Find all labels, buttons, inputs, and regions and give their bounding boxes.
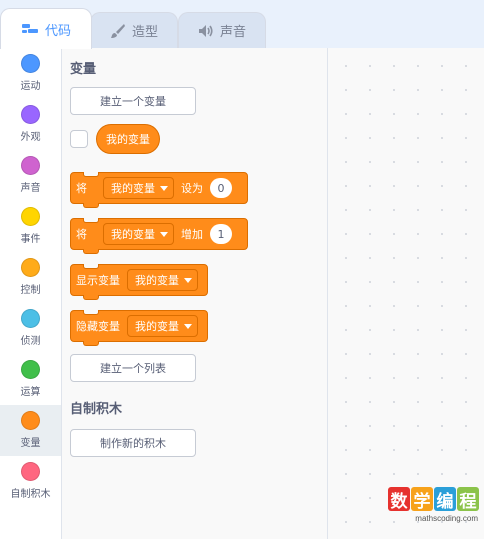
tab-code[interactable]: 代码 xyxy=(0,8,92,49)
variable-dropdown[interactable]: 我的变量 xyxy=(127,269,198,291)
brush-icon xyxy=(110,23,126,39)
block-label: 显示变量 xyxy=(76,274,120,287)
variable-dropdown[interactable]: 我的变量 xyxy=(127,315,198,337)
events-color-dot xyxy=(21,207,40,226)
sensing-color-dot xyxy=(21,309,40,328)
code-icon xyxy=(21,22,39,36)
variable-dropdown[interactable]: 我的变量 xyxy=(103,223,174,245)
category-menu: 运动 外观 声音 事件 控制 侦测 运算 变量 自制积木 xyxy=(0,48,62,539)
my-blocks-section-title: 自制积木 xyxy=(70,402,123,417)
watermark-url: mathscoding.com xyxy=(415,514,478,523)
variable-monitor-checkbox[interactable] xyxy=(70,130,88,148)
category-looks[interactable]: 外观 xyxy=(0,99,61,150)
tab-costumes-label: 造型 xyxy=(131,25,158,40)
category-operators[interactable]: 运算 xyxy=(0,354,61,405)
block-label: 将 xyxy=(76,182,87,195)
category-motion[interactable]: 运动 xyxy=(0,48,61,99)
category-label: 事件 xyxy=(20,234,41,245)
looks-color-dot xyxy=(21,105,40,124)
category-label: 外观 xyxy=(20,132,41,143)
category-label: 运算 xyxy=(20,387,41,398)
category-label: 运动 xyxy=(20,81,41,92)
make-variable-button[interactable]: 建立一个变量 xyxy=(70,87,196,115)
operators-color-dot xyxy=(21,360,40,379)
category-control[interactable]: 控制 xyxy=(0,252,61,303)
speaker-icon xyxy=(198,24,214,38)
tab-sounds-label: 声音 xyxy=(219,25,246,40)
value-input[interactable]: 1 xyxy=(210,224,232,244)
watermark-char: 学 xyxy=(411,487,433,512)
sound-color-dot xyxy=(21,156,40,175)
change-variable-block[interactable]: 将 我的变量 增加 1 xyxy=(70,218,248,254)
watermark-char: 程 xyxy=(457,487,479,512)
variable-reporter-block[interactable]: 我的变量 xyxy=(96,124,160,154)
editor-tab-bar: 代码 造型 声音 xyxy=(0,0,484,49)
watermark-char: 数 xyxy=(388,487,410,512)
variable-dropdown[interactable]: 我的变量 xyxy=(103,177,174,199)
category-label: 自制积木 xyxy=(10,489,51,500)
chevron-down-icon xyxy=(160,185,168,191)
tab-sounds[interactable]: 声音 xyxy=(178,12,266,48)
variables-section-title: 变量 xyxy=(70,62,97,77)
category-events[interactable]: 事件 xyxy=(0,201,61,252)
tab-code-label: 代码 xyxy=(44,23,71,39)
chevron-down-icon xyxy=(184,323,192,329)
my-blocks-color-dot xyxy=(21,462,40,481)
variables-color-dot xyxy=(21,411,40,430)
scripts-workspace[interactable] xyxy=(328,48,484,539)
show-variable-block[interactable]: 显示变量 我的变量 xyxy=(70,264,208,300)
watermark-char: 编 xyxy=(434,487,456,512)
block-label: 增加 xyxy=(181,228,203,241)
value-input[interactable]: 0 xyxy=(210,178,232,198)
category-label: 控制 xyxy=(20,285,41,296)
make-block-button[interactable]: 制作新的积木 xyxy=(70,429,196,457)
control-color-dot xyxy=(21,258,40,277)
hide-variable-block[interactable]: 隐藏变量 我的变量 xyxy=(70,310,208,346)
chevron-down-icon xyxy=(184,277,192,283)
category-label: 侦测 xyxy=(20,336,41,347)
chevron-down-icon xyxy=(160,231,168,237)
block-label: 设为 xyxy=(181,182,203,195)
site-watermark-logo: 数 学 编 程 mathscoding.com xyxy=(388,487,482,537)
block-palette: 变量 建立一个变量 我的变量 将 我的变量 设为 0 将 我的变量 增加 1 显… xyxy=(62,48,328,539)
make-list-button[interactable]: 建立一个列表 xyxy=(70,354,196,382)
block-label: 隐藏变量 xyxy=(76,320,120,333)
category-my-blocks[interactable]: 自制积木 xyxy=(0,456,61,507)
motion-color-dot xyxy=(21,54,40,73)
category-label: 声音 xyxy=(20,183,41,194)
category-sound[interactable]: 声音 xyxy=(0,150,61,201)
category-label: 变量 xyxy=(20,438,41,449)
tab-costumes[interactable]: 造型 xyxy=(90,12,178,48)
category-sensing[interactable]: 侦测 xyxy=(0,303,61,354)
set-variable-block[interactable]: 将 我的变量 设为 0 xyxy=(70,172,248,208)
block-label: 将 xyxy=(76,228,87,241)
category-variables[interactable]: 变量 xyxy=(0,405,61,456)
